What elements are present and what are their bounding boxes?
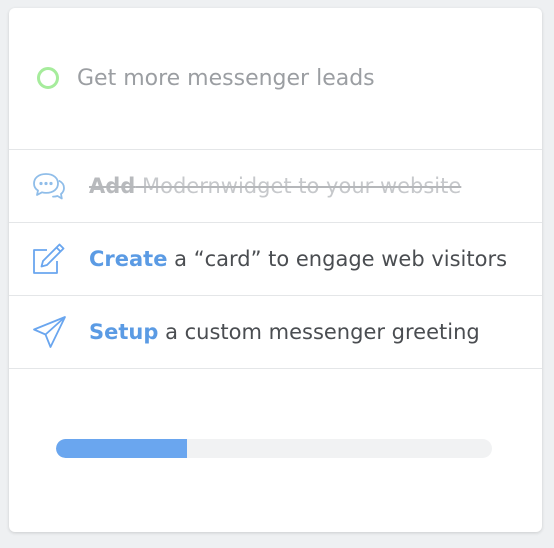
task-description: Modernwidget to your website: [135, 174, 462, 198]
task-description: a custom messenger greeting: [158, 320, 480, 344]
task-verb: Create: [89, 247, 168, 271]
task-verb: Setup: [89, 320, 159, 344]
pencil-edit-icon: [33, 243, 65, 274]
checklist-header: Get more messenger leads: [9, 8, 542, 150]
task-label: Create a “card” to engage web visitors: [89, 223, 507, 295]
progress-fill: [56, 439, 187, 458]
task-setup-greeting[interactable]: Setup a custom messenger greeting: [9, 296, 542, 369]
task-add-widget[interactable]: Add Modernwidget to your website: [9, 150, 542, 223]
task-label: Setup a custom messenger greeting: [89, 296, 480, 368]
onboarding-checklist-card: Get more messenger leads Add Modernwidge…: [9, 8, 542, 532]
paper-plane-icon: [33, 316, 66, 348]
chat-bubbles-icon: [33, 173, 65, 200]
task-create-card[interactable]: Create a “card” to engage web visitors: [9, 223, 542, 296]
task-label: Add Modernwidget to your website: [89, 150, 461, 222]
status-ring-icon: [37, 67, 59, 89]
task-verb: Add: [89, 174, 136, 198]
task-description: a “card” to engage web visitors: [167, 247, 508, 271]
checklist-title: Get more messenger leads: [77, 66, 375, 91]
progress-bar: [56, 439, 492, 458]
